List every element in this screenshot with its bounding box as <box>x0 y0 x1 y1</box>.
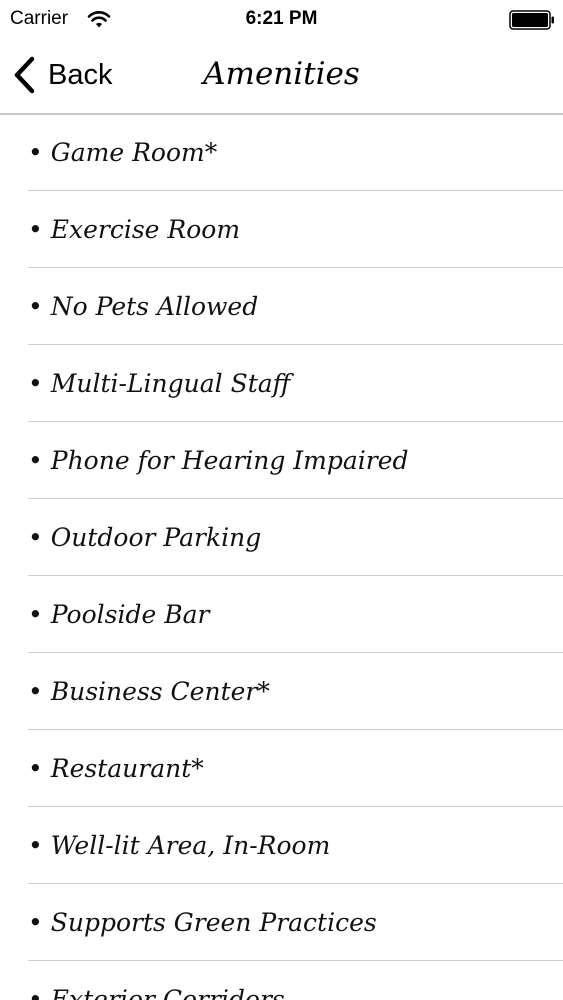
battery-icon <box>509 10 554 30</box>
bullet: • <box>28 907 43 937</box>
amenity-label: No Pets Allowed <box>50 291 259 321</box>
list-item: • Multi-Lingual Staff <box>28 345 563 422</box>
list-item: • Business Center* <box>28 653 563 730</box>
amenity-label: Game Room* <box>50 137 218 167</box>
amenity-label: Business Center* <box>50 676 270 706</box>
amenity-label: Exercise Room <box>50 214 241 244</box>
amenity-label: Outdoor Parking <box>50 522 262 552</box>
bullet: • <box>28 214 43 244</box>
list-item: • Phone for Hearing Impaired <box>28 422 563 499</box>
amenity-label: Phone for Hearing Impaired <box>50 445 409 475</box>
bullet: • <box>28 830 43 860</box>
list-item: • Outdoor Parking <box>28 499 563 576</box>
bullet: • <box>28 368 43 398</box>
amenity-label: Multi-Lingual Staff <box>50 368 291 398</box>
bullet: • <box>28 676 43 706</box>
list-item: • Supports Green Practices <box>28 884 563 961</box>
amenity-label: Well-lit Area, In-Room <box>50 830 331 860</box>
bullet: • <box>28 291 43 321</box>
amenity-label: Supports Green Practices <box>50 907 377 937</box>
bullet: • <box>28 599 43 629</box>
clock: 6:21 PM <box>245 8 318 29</box>
bullet: • <box>28 984 43 1000</box>
bullet: • <box>28 445 43 475</box>
amenity-list: • Game Room* • Exercise Room • No Pets Allowe… <box>0 114 563 1000</box>
list-item: • No Pets Allowed <box>28 268 563 345</box>
list-item: • Exterior Corridors <box>28 961 563 1000</box>
list-item: • Exercise Room <box>28 191 563 268</box>
list-item: • Game Room* <box>28 114 563 191</box>
bullet: • <box>28 522 43 552</box>
amenity-label: Restaurant* <box>50 753 204 783</box>
list-item: • Well-lit Area, In-Room <box>28 807 563 884</box>
amenity-label: Poolside Bar <box>50 599 210 629</box>
navigation-bar: Back Amenities <box>0 38 563 115</box>
bullet: • <box>28 753 43 783</box>
page-title: Amenities <box>203 56 360 92</box>
status-bar: Carrier 6:21 PM <box>0 0 563 38</box>
list-item: • Restaurant* <box>28 730 563 807</box>
amenity-label: Exterior Corridors <box>50 984 285 1000</box>
list-item: • Poolside Bar <box>28 576 563 653</box>
bullet: • <box>28 137 43 167</box>
